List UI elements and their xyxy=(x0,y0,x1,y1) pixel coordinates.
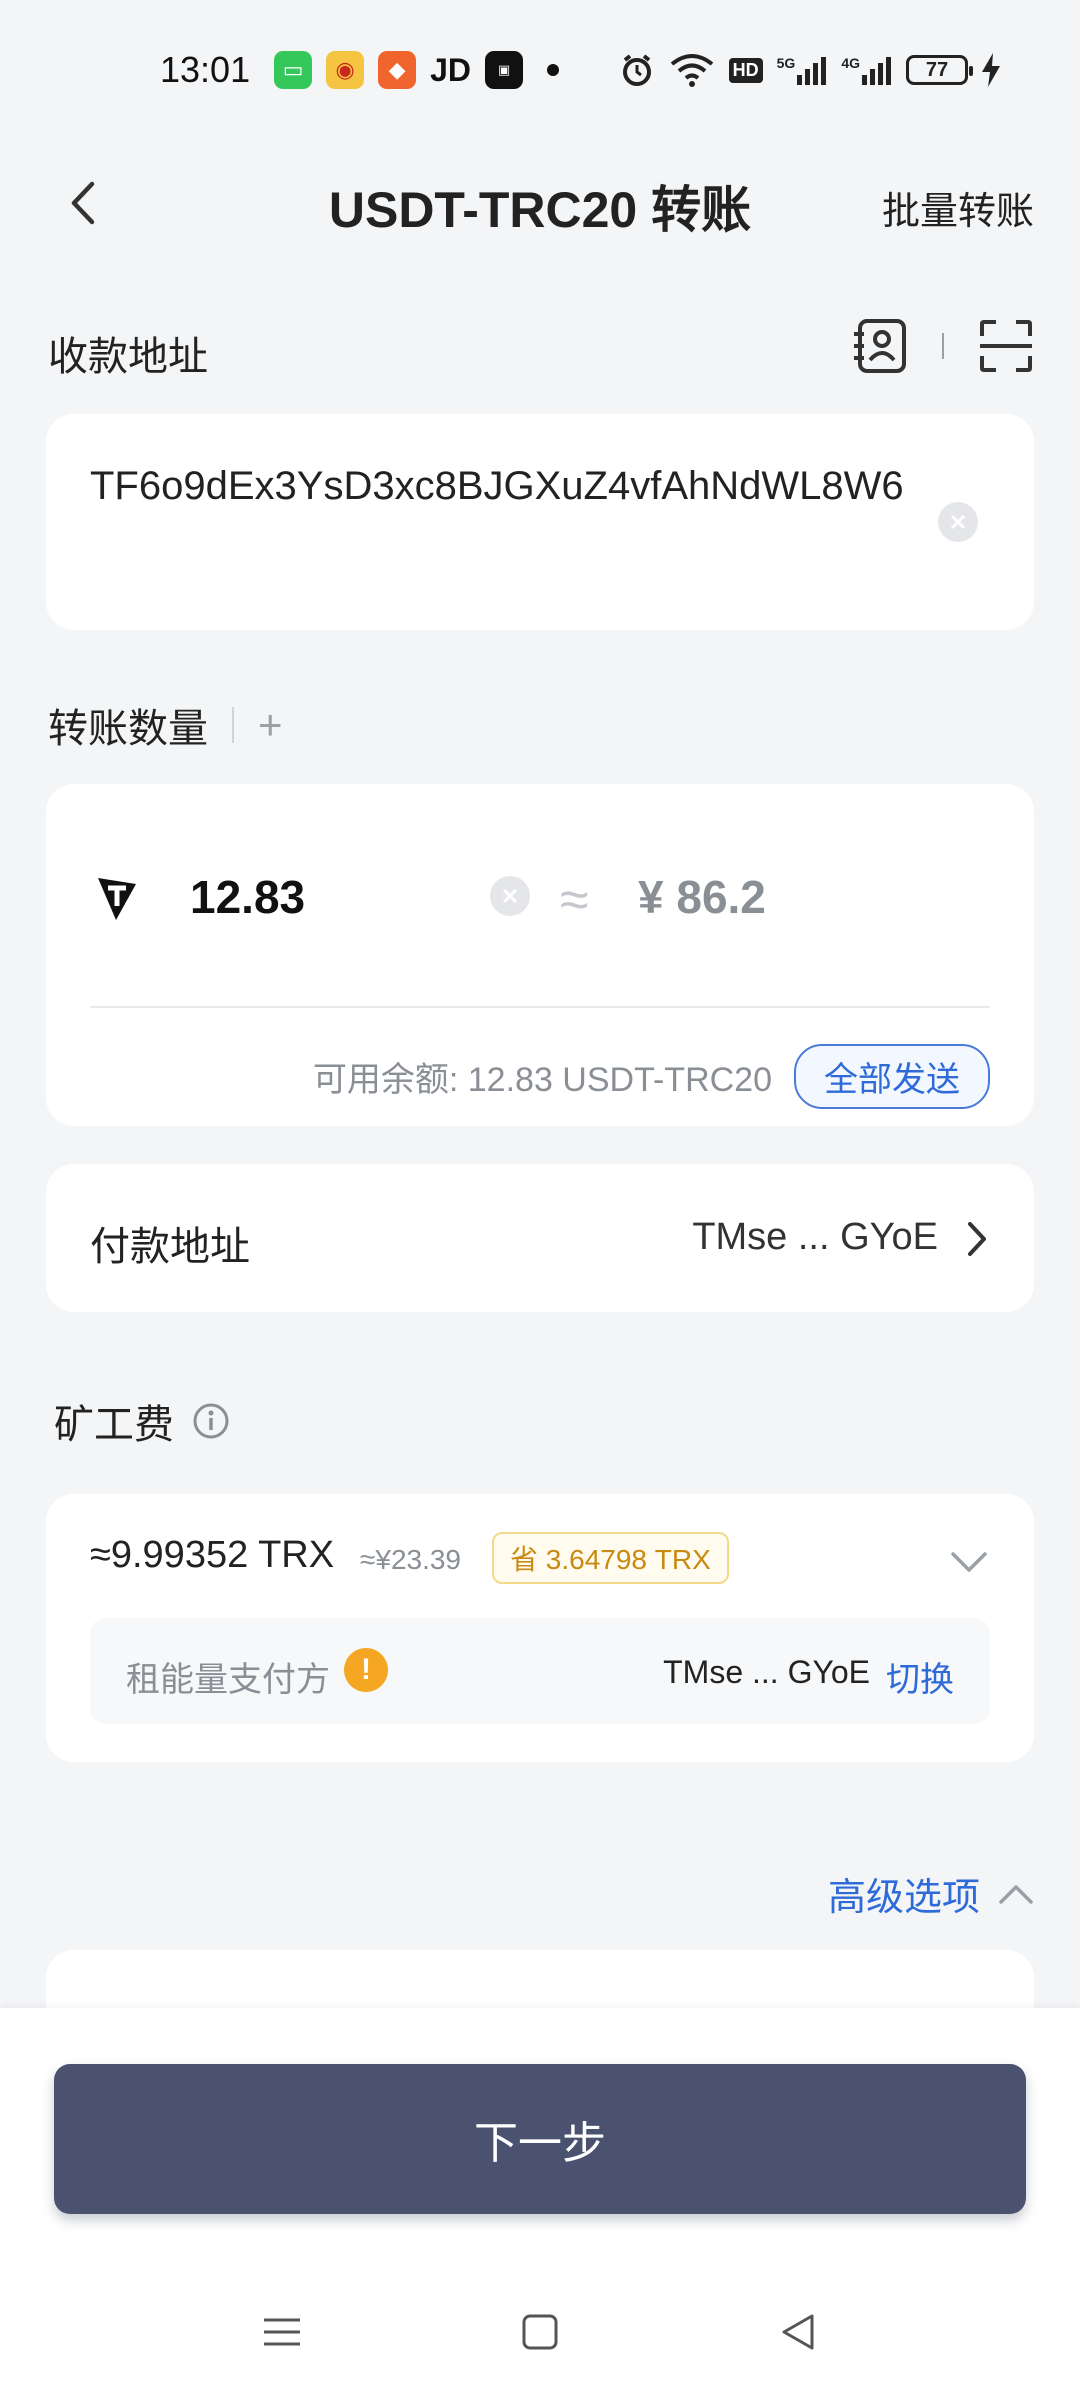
fiat-value: ¥ 86.2 xyxy=(638,871,766,923)
taobao-icon: ◆ xyxy=(378,51,417,89)
payer-label: 付款地址 xyxy=(90,1225,250,1269)
jd-icon: JD xyxy=(430,51,471,88)
clear-amount-icon[interactable] xyxy=(490,876,530,916)
payer-card[interactable]: 付款地址 TMse ... GYoE xyxy=(46,1164,1034,1312)
payer-address: TMse ... GYoE xyxy=(692,1216,938,1258)
warning-icon[interactable]: ! xyxy=(344,1648,388,1692)
fee-save-badge: 省 3.64798 TRX xyxy=(492,1532,729,1584)
recipient-card: TF6o9dEx3YsD3xc8BJGXuZ4vfAhNdWL8W6 xyxy=(46,414,1034,630)
home-nav-icon[interactable] xyxy=(520,2312,560,2352)
clear-address-icon[interactable] xyxy=(938,502,978,542)
divider xyxy=(942,333,944,359)
back-nav-icon[interactable] xyxy=(778,2312,818,2352)
menu-nav-icon[interactable] xyxy=(262,2312,302,2352)
switch-payer-link[interactable]: 切换 xyxy=(886,1652,954,1701)
amount-row: 12.83 ≈ ¥ 86.2 xyxy=(90,864,990,934)
status-bar: 13:01 ▭ ◉ ◆ JD ▣ HD 5G 4G 77 xyxy=(0,0,1080,140)
dot-icon xyxy=(547,64,559,76)
available-balance: 可用余额: 12.83 USDT-TRC20 xyxy=(312,1061,772,1099)
status-time: 13:01 xyxy=(160,49,251,90)
recipient-address-input[interactable]: TF6o9dEx3YsD3xc8BJGXuZ4vfAhNdWL8W6 xyxy=(90,450,920,522)
address-book-icon[interactable] xyxy=(852,318,908,374)
alarm-icon xyxy=(622,54,651,86)
hd-icon: HD xyxy=(728,57,763,83)
amount-input[interactable]: 12.83 xyxy=(190,870,305,924)
fee-label-row: 矿工费 xyxy=(54,1392,230,1450)
divider xyxy=(232,707,234,743)
fee-card: ≈9.99352 TRX ≈¥23.39 省 3.64798 TRX 租能量支付… xyxy=(46,1494,1034,1762)
advanced-options-toggle[interactable]: 高级选项 xyxy=(828,1866,1034,1921)
chevron-up-icon xyxy=(999,1884,1033,1904)
fee-fiat: ≈¥23.39 xyxy=(360,1544,462,1575)
system-icons: HD 5G 4G 77 xyxy=(619,52,1000,88)
wifi-icon xyxy=(670,54,713,87)
amount-card: 12.83 ≈ ¥ 86.2 可用余额: 12.83 USDT-TRC20 全部… xyxy=(46,784,1034,1126)
header: USDT-TRC20 转账 批量转账 xyxy=(0,140,1080,260)
energy-payer-row: 租能量支付方 ! TMse ... GYoE 切换 xyxy=(90,1618,990,1724)
scan-icon[interactable] xyxy=(978,318,1034,374)
weibo-icon: ◉ xyxy=(326,51,365,89)
chevron-right-icon xyxy=(968,1222,986,1256)
chevron-down-icon[interactable] xyxy=(950,1550,988,1574)
advanced-options-label: 高级选项 xyxy=(827,1877,980,1919)
charging-icon xyxy=(982,53,1000,87)
app-icon: ▣ xyxy=(485,51,523,89)
5g-signal-icon: 5G xyxy=(777,55,828,85)
system-nav-bar xyxy=(0,2292,1080,2372)
amount-label-row: 转账数量 + xyxy=(48,696,283,754)
advanced-card xyxy=(46,1950,1034,2010)
send-all-button[interactable]: 全部发送 xyxy=(794,1044,990,1109)
info-icon[interactable] xyxy=(192,1402,230,1440)
recipient-label: 收款地址 xyxy=(48,335,208,379)
energy-payer-address: TMse ... GYoE xyxy=(663,1654,870,1690)
balance-row: 可用余额: 12.83 USDT-TRC20 全部发送 xyxy=(313,1044,990,1109)
tron-logo-icon xyxy=(98,878,136,920)
amount-label: 转账数量 xyxy=(48,707,208,751)
add-token-icon[interactable]: + xyxy=(258,701,283,749)
4g-signal-icon: 4G xyxy=(841,55,892,85)
approx-sign: ≈ xyxy=(560,871,589,929)
energy-payer-label: 租能量支付方 xyxy=(126,1661,330,1699)
next-button[interactable]: 下一步 xyxy=(54,2064,1026,2214)
messages-icon: ▭ xyxy=(274,51,313,89)
batch-transfer-link[interactable]: 批量转账 xyxy=(882,180,1034,235)
fee-amount: ≈9.99352 TRX xyxy=(90,1534,335,1576)
notification-icons: ▭ ◉ ◆ JD ▣ xyxy=(274,51,559,89)
divider xyxy=(90,1006,990,1008)
fee-label: 矿工费 xyxy=(54,1403,174,1447)
battery-icon: 77 xyxy=(906,55,973,85)
recipient-actions xyxy=(852,318,1034,374)
